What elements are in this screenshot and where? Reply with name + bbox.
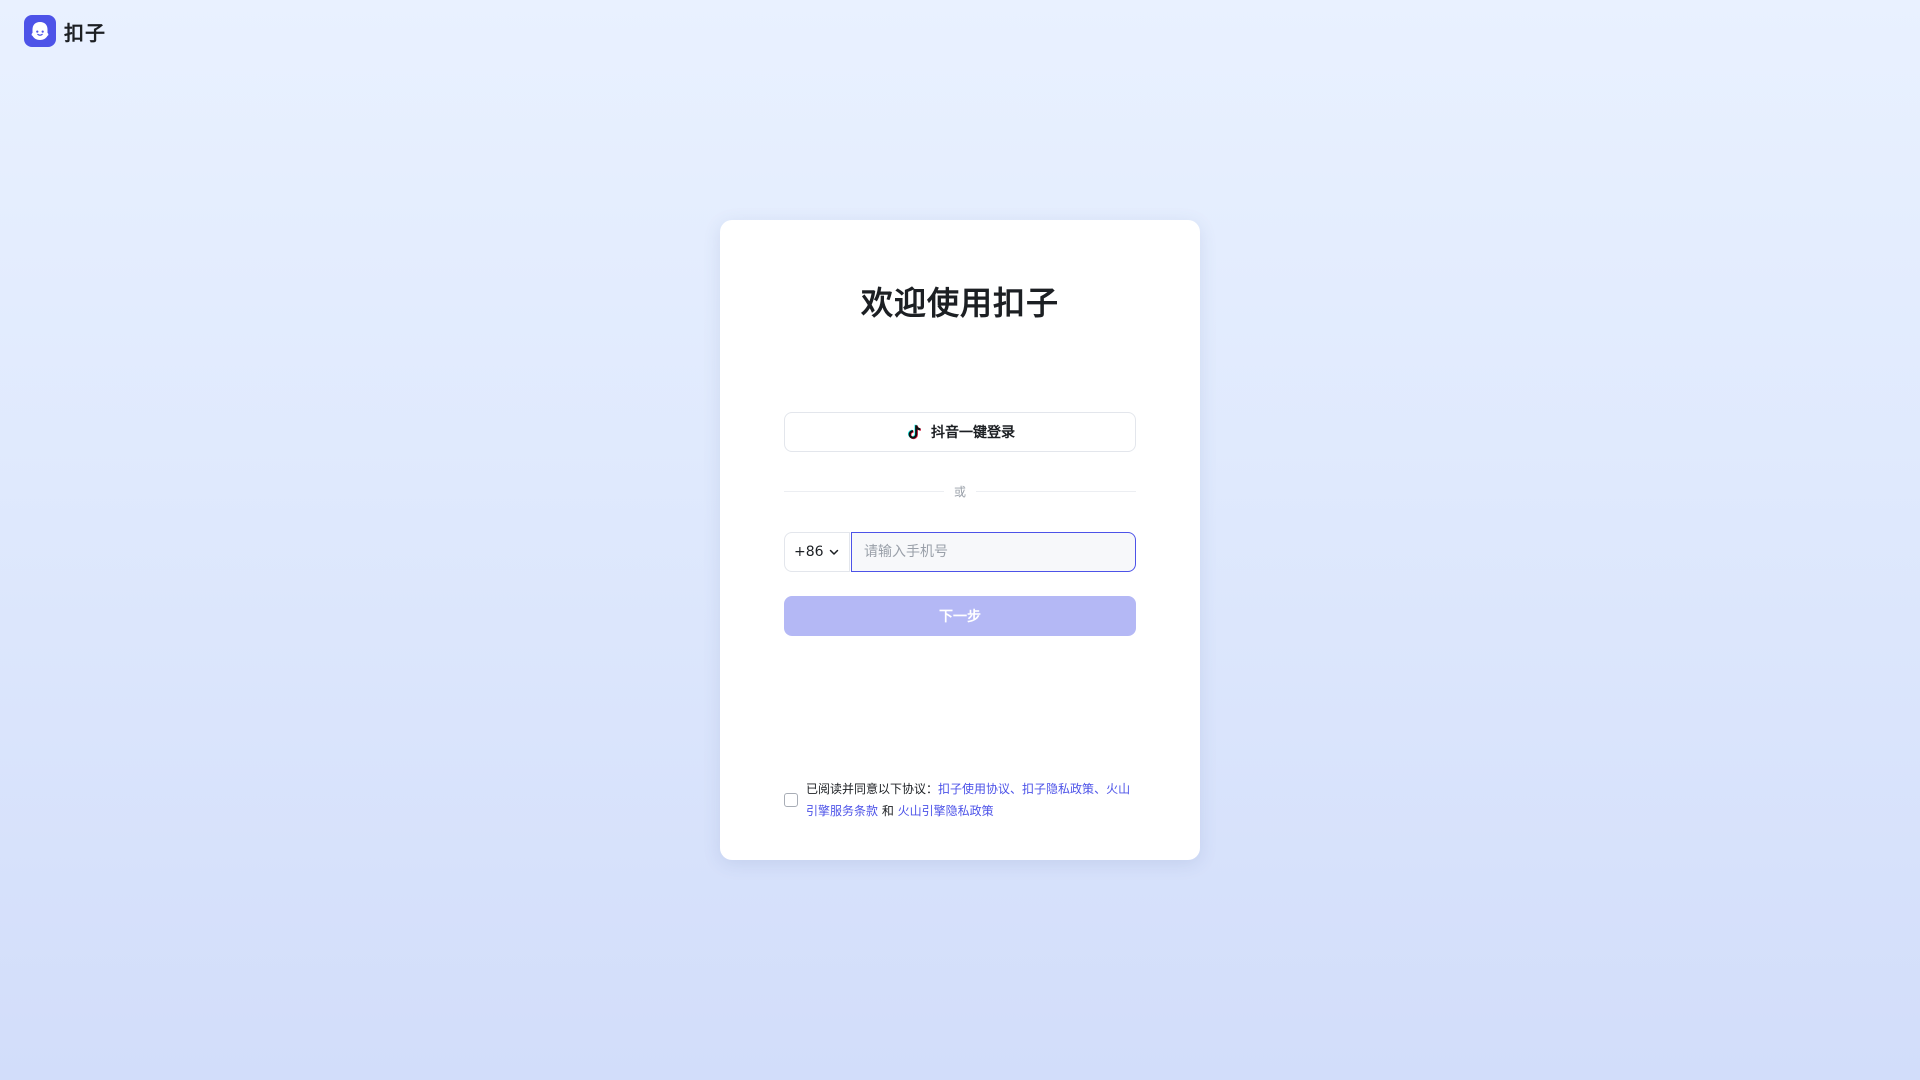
- douyin-login-label: 抖音一键登录: [931, 425, 1015, 441]
- agreement-row: 已阅读并同意以下协议：扣子使用协议、扣子隐私政策、火山引擎服务条款 和 火山引擎…: [784, 778, 1136, 822]
- agreement-prefix: 已阅读并同意以下协议：: [806, 782, 939, 796]
- login-card: 欢迎使用扣子 抖音一键登录 或 +86 请输入手机号 下一步 已阅读并同意以下协…: [720, 220, 1200, 860]
- agreement-separator: 、: [1094, 782, 1107, 796]
- tiktok-icon: [905, 423, 923, 441]
- agreement-text: 已阅读并同意以下协议：扣子使用协议、扣子隐私政策、火山引擎服务条款 和 火山引擎…: [806, 778, 1136, 822]
- agreement-conjunction: 和: [878, 804, 898, 818]
- volcengine-privacy-link[interactable]: 火山引擎隐私政策: [898, 804, 994, 818]
- coze-privacy-link[interactable]: 扣子隐私政策: [1022, 782, 1094, 796]
- next-step-button[interactable]: 下一步: [784, 596, 1136, 636]
- phone-input-group: +86: [784, 532, 1136, 572]
- douyin-login-button[interactable]: 抖音一键登录: [784, 412, 1136, 452]
- phone-number-input[interactable]: [851, 532, 1136, 572]
- or-divider: 或: [784, 483, 1137, 500]
- coze-terms-link[interactable]: 扣子使用协议: [938, 782, 1010, 796]
- brand-header: 扣子: [24, 15, 106, 47]
- agreement-separator: 、: [1010, 782, 1023, 796]
- agreement-checkbox[interactable]: [784, 793, 798, 807]
- page-title: 欢迎使用扣子: [860, 284, 1059, 322]
- divider-line-left: [784, 491, 944, 492]
- divider-text: 或: [954, 485, 967, 499]
- country-code-select[interactable]: +86: [784, 532, 850, 572]
- coze-logo-icon[interactable]: [24, 15, 56, 47]
- chevron-down-icon: [828, 546, 840, 558]
- brand-name: 扣子: [64, 20, 106, 45]
- divider-line-right: [976, 491, 1137, 492]
- country-code-value: +86: [794, 544, 824, 560]
